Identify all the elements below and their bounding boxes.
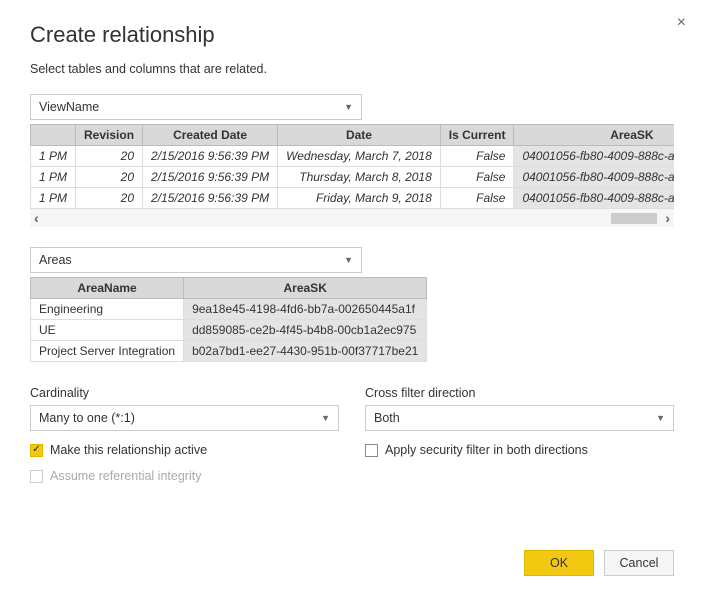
crossfilter-label: Cross filter direction	[365, 386, 674, 400]
cancel-button[interactable]: Cancel	[604, 550, 674, 576]
ok-button[interactable]: OK	[524, 550, 594, 576]
col-iscurrent[interactable]: Is Current	[440, 125, 514, 146]
crossfilter-value: Both	[374, 411, 400, 425]
col-date[interactable]: Date	[278, 125, 441, 146]
table-row[interactable]: Engineering 9ea18e45-4198-4fd6-bb7a-0026…	[31, 299, 427, 320]
checkbox-icon	[30, 470, 43, 483]
close-icon[interactable]: ×	[677, 14, 686, 32]
checkbox-icon: ✓	[30, 444, 43, 457]
scroll-thumb[interactable]	[611, 213, 657, 224]
table-row[interactable]: UE dd859085-ce2b-4f45-b4b8-00cb1a2ec975	[31, 320, 427, 341]
table-row[interactable]: 1 PM 20 2/15/2016 9:56:39 PM Wednesday, …	[31, 146, 675, 167]
col-revision[interactable]: Revision	[76, 125, 143, 146]
table2-select[interactable]: Areas ▼	[30, 247, 362, 273]
checkbox-integrity: Assume referential integrity	[30, 469, 339, 483]
col-areask[interactable]: AreaSK	[514, 125, 674, 146]
dialog-title: Create relationship	[30, 22, 674, 48]
table1-select[interactable]: ViewName ▼	[30, 94, 362, 120]
scroll-right-icon[interactable]: ›	[665, 210, 670, 226]
table1-grid: Revision Created Date Date Is Current Ar…	[30, 124, 674, 209]
col-created[interactable]: Created Date	[143, 125, 278, 146]
chevron-down-icon: ▼	[321, 413, 330, 423]
table2-select-value: Areas	[39, 253, 72, 267]
checkbox-security[interactable]: Apply security filter in both directions	[365, 443, 674, 457]
checkbox-active[interactable]: ✓ Make this relationship active	[30, 443, 339, 457]
chevron-down-icon: ▼	[344, 255, 353, 265]
col-areask2[interactable]: AreaSK	[184, 278, 427, 299]
col-areaname[interactable]: AreaName	[31, 278, 184, 299]
scroll-left-icon[interactable]: ‹	[34, 210, 39, 226]
table-row[interactable]: 1 PM 20 2/15/2016 9:56:39 PM Thursday, M…	[31, 167, 675, 188]
cardinality-value: Many to one (*:1)	[39, 411, 135, 425]
dialog-subtitle: Select tables and columns that are relat…	[30, 62, 674, 76]
chevron-down-icon: ▼	[344, 102, 353, 112]
checkbox-icon	[365, 444, 378, 457]
chevron-down-icon: ▼	[656, 413, 665, 423]
table2-grid: AreaName AreaSK Engineering 9ea18e45-419…	[30, 277, 427, 362]
cardinality-select[interactable]: Many to one (*:1) ▼	[30, 405, 339, 431]
table1-select-value: ViewName	[39, 100, 99, 114]
crossfilter-select[interactable]: Both ▼	[365, 405, 674, 431]
cardinality-label: Cardinality	[30, 386, 339, 400]
table-row[interactable]: 1 PM 20 2/15/2016 9:56:39 PM Friday, Mar…	[31, 188, 675, 209]
table1-scrollbar[interactable]: ‹ ›	[30, 209, 674, 227]
table-row[interactable]: Project Server Integration b02a7bd1-ee27…	[31, 341, 427, 362]
